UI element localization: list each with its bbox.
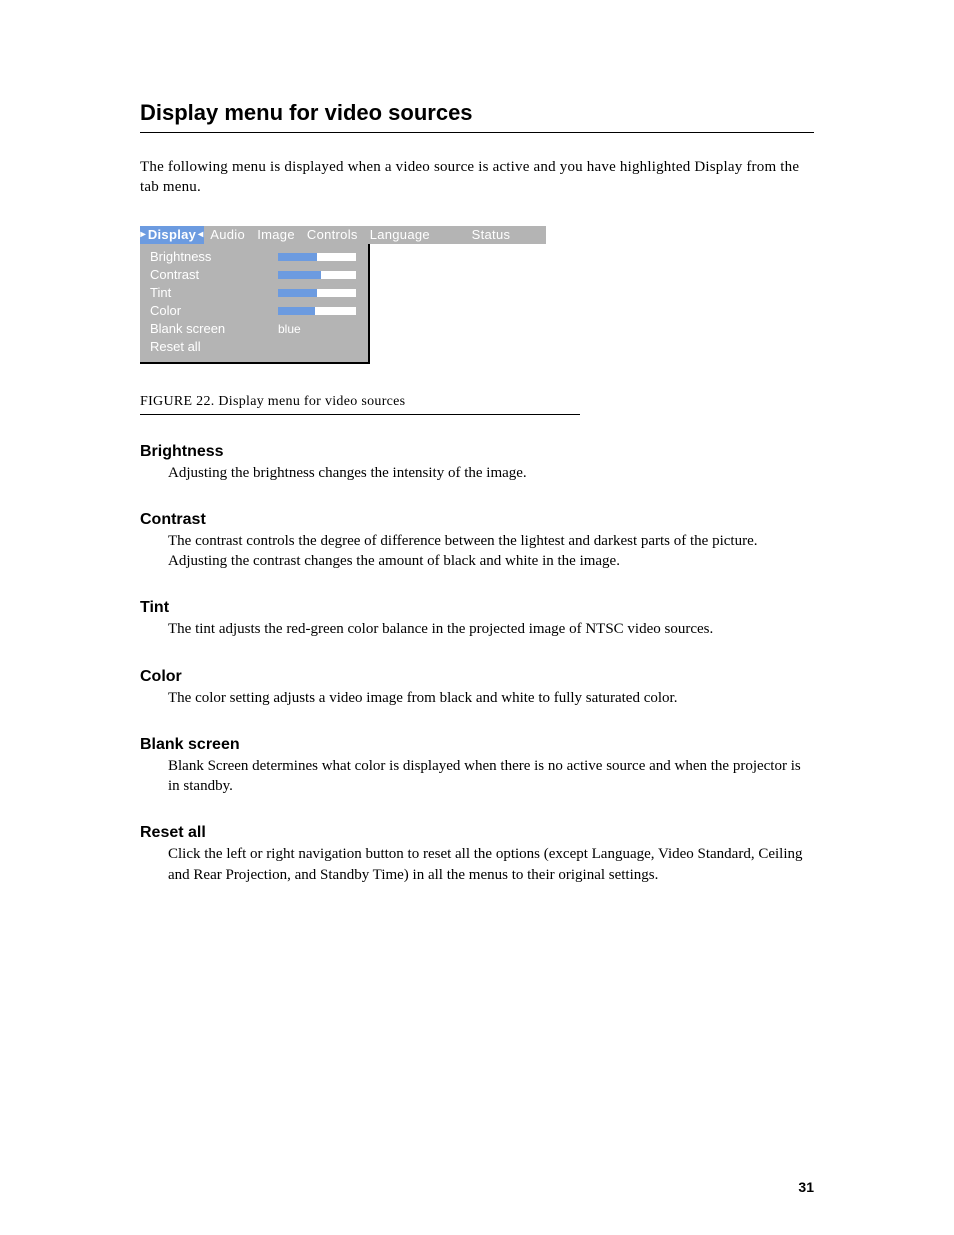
osd-tab-image[interactable]: Image: [251, 226, 301, 244]
osd-item-value: blue: [278, 322, 301, 336]
osd-item-label: Tint: [150, 285, 278, 300]
osd-tabs: ▸Display◂AudioImageControlsLanguageStatu…: [140, 226, 546, 244]
osd-item-label: Brightness: [150, 249, 278, 264]
osd-tab-display[interactable]: ▸Display◂: [140, 226, 204, 244]
osd-tab-language[interactable]: Language: [364, 226, 436, 244]
figure-rule: [140, 414, 580, 415]
osd-item-label: Reset all: [150, 339, 278, 354]
osd-body: Brightness Contrast Tint Color Blank screenb…: [140, 244, 370, 364]
term-heading: Contrast: [140, 511, 814, 529]
term-block-brightness: Brightness Adjusting the brightness chang…: [140, 443, 814, 483]
osd-tab-controls[interactable]: Controls: [301, 226, 364, 244]
term-heading: Brightness: [140, 443, 814, 461]
slider-fill: [278, 253, 317, 261]
term-description: The contrast controls the degree of diff…: [168, 531, 808, 572]
term-block-reset-all: Reset all Click the left or right navigat…: [140, 824, 814, 885]
term-description: Click the left or right navigation butto…: [168, 844, 808, 885]
osd-item-label: Contrast: [150, 267, 278, 282]
slider-fill: [278, 307, 315, 315]
term-block-contrast: Contrast The contrast controls the degree…: [140, 511, 814, 572]
osd-item-label: Color: [150, 303, 278, 318]
triangle-right-icon: ▸: [139, 229, 148, 240]
section-rule: [140, 132, 814, 133]
slider-fill: [278, 271, 321, 279]
figure-caption: FIGURE 22. Display menu for video source…: [140, 394, 814, 410]
slider-fill: [278, 289, 317, 297]
osd-tab-audio[interactable]: Audio: [204, 226, 251, 244]
page-number: 31: [798, 1179, 814, 1195]
slider-track[interactable]: [278, 307, 356, 315]
osd-item-brightness[interactable]: Brightness: [150, 248, 360, 266]
term-description: Blank Screen determines what color is di…: [168, 756, 808, 797]
term-heading: Blank screen: [140, 736, 814, 754]
term-description: Adjusting the brightness changes the int…: [168, 463, 808, 483]
osd-item-reset-all[interactable]: Reset all: [150, 338, 360, 356]
term-block-color: Color The color setting adjusts a video i…: [140, 668, 814, 708]
slider-track[interactable]: [278, 253, 356, 261]
term-heading: Tint: [140, 599, 814, 617]
osd-tab-label: Display: [148, 227, 196, 242]
term-description: The tint adjusts the red-green color bal…: [168, 619, 808, 639]
slider-track[interactable]: [278, 271, 356, 279]
osd-menu: ▸Display◂AudioImageControlsLanguageStatu…: [140, 226, 546, 364]
term-description: The color setting adjusts a video image …: [168, 688, 808, 708]
terms-list: Brightness Adjusting the brightness chang…: [140, 443, 814, 885]
osd-item-blank-screen[interactable]: Blank screenblue: [150, 320, 360, 338]
osd-tab-status[interactable]: Status: [436, 226, 546, 244]
slider-track[interactable]: [278, 289, 356, 297]
osd-item-color[interactable]: Color: [150, 302, 360, 320]
section-title: Display menu for video sources: [140, 100, 814, 126]
osd-item-contrast[interactable]: Contrast: [150, 266, 360, 284]
intro-paragraph: The following menu is displayed when a v…: [140, 157, 814, 198]
term-heading: Reset all: [140, 824, 814, 842]
term-block-tint: Tint The tint adjusts the red-green color…: [140, 599, 814, 639]
osd-item-tint[interactable]: Tint: [150, 284, 360, 302]
osd-item-label: Blank screen: [150, 321, 278, 336]
term-block-blank-screen: Blank screen Blank Screen determines what…: [140, 736, 814, 797]
term-heading: Color: [140, 668, 814, 686]
